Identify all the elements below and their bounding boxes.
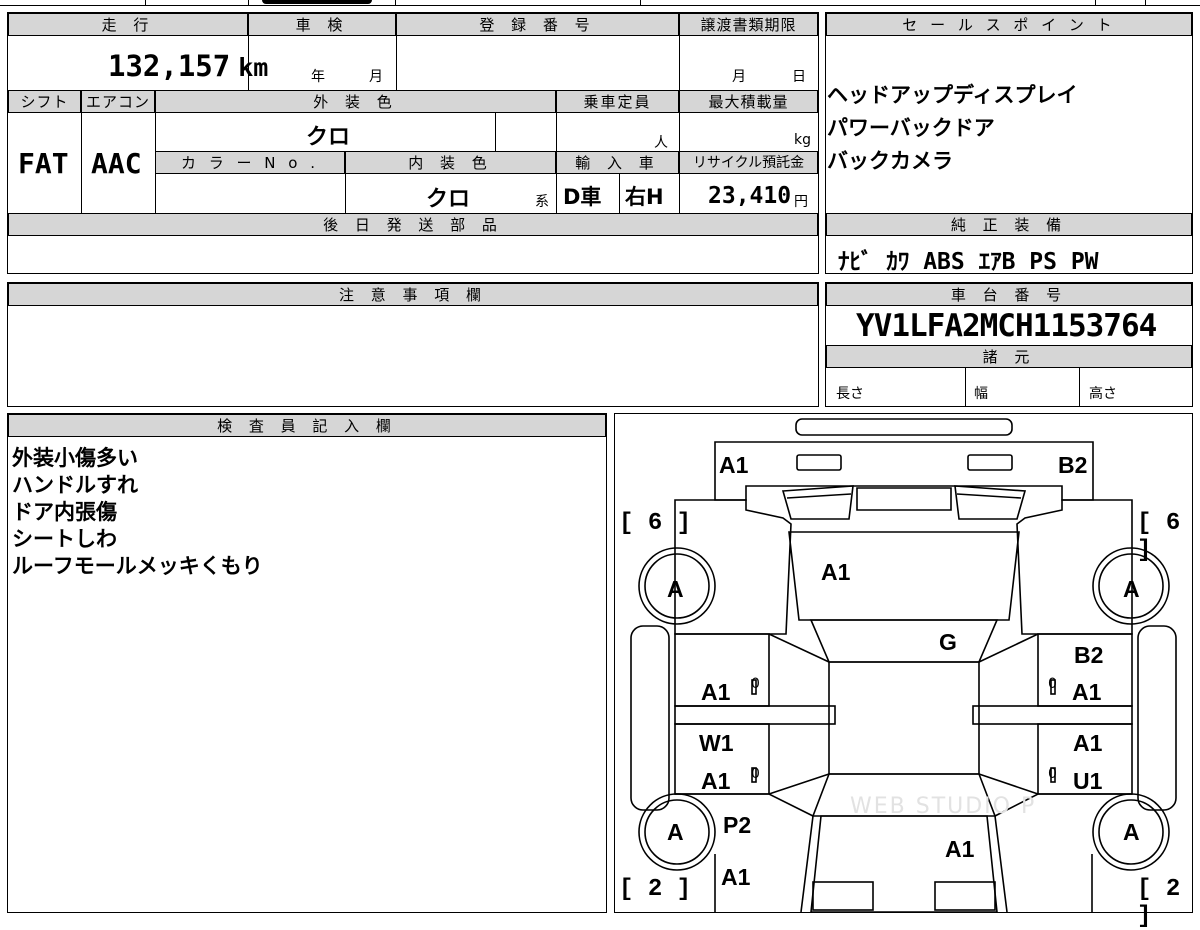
recycle-unit: 円 [794,194,808,210]
car-diagram-box: A A A A [ 6 ] [ 6 ] [ 2 ] [ 2 ] A1 B2 A1… [614,413,1193,930]
chassis-header: 車 台 番 号 [826,283,1192,306]
sales-point-2: パワーバックドア [827,116,995,140]
front-bumper-right-mark: B2 [1058,452,1088,478]
rear-door-right-mark: U1 [1073,768,1103,794]
vehicle-info-table: 走 行 車 検 登 録 番 号 譲渡書類期限 132,157 km 年 月 月 日… [7,12,819,274]
sales-point-3: バックカメラ [827,149,953,173]
mileage-header: 走 行 [8,13,248,36]
color-no-header: カ ラ ー N o . [155,151,345,174]
sales-point-1: ヘッドアップディスプレイ [827,83,1078,107]
tire-rl-mark: A [667,819,684,845]
front-door-left-mark: A1 [701,679,731,705]
chassis-box: 車 台 番 号 YV1LFA2MCH1153764 諸 元 長さ 幅 高さ [825,282,1193,407]
trunk-mark: A1 [945,836,975,862]
transfer-header: 譲渡書類期限 [679,13,818,36]
tread-rear-right: [ 2 ] [1137,876,1181,930]
tread-front-left: [ 6 ] [619,510,692,537]
inspector-line-5: ルーフモールメッキくもり [12,554,263,578]
rear-door-left-mark: A1 [701,768,731,794]
max-load-unit: kg [794,132,811,148]
specs-header: 諸 元 [826,345,1192,368]
recycle-header: リサイクル預託金 [679,151,818,174]
inspector-line-1: 外装小傷多い [12,446,138,470]
recycle-value: 23,410 [708,183,792,209]
inspection-year: 年 [311,69,325,85]
front-fender-right-mark: B2 [1074,642,1104,668]
tire-fl-mark: A [667,576,684,602]
inspection-month: 月 [369,69,383,85]
transfer-month: 月 [732,69,746,85]
spec-width: 幅 [974,386,988,402]
genuine-value: ﾅﾋﾞ ｶﾜ ABS ｴｱB PS PW [838,249,1099,275]
spec-height: 高さ [1089,386,1117,402]
int-color-header: 内 装 色 [345,151,556,174]
rear-door-right-top-mark: A1 [1073,730,1103,756]
top-strip [0,0,1200,8]
watermark: WEB STUDIO P [850,794,1037,819]
sales-points-header: セ ー ル ス ポ イ ン ト [826,13,1192,36]
int-color-value: クロ [426,187,471,212]
hood-mark: A1 [821,559,851,585]
notes-header: 注 意 事 項 欄 [8,283,818,306]
tire-rr-mark: A [1123,819,1140,845]
shift-header: シフト [8,90,81,113]
transfer-day: 日 [792,69,806,85]
front-bumper-left-mark: A1 [719,452,749,478]
genuine-header: 純 正 装 備 [826,213,1192,236]
spec-length: 長さ [836,386,864,402]
zero-mark-4: 0 [1048,766,1057,782]
chassis-number: YV1LFA2MCH1153764 [856,308,1157,344]
front-door-right-mark: A1 [1072,679,1102,705]
shift-value: FAT [18,147,69,180]
windshield-mark: G [939,629,957,655]
mileage-value: 132,157 km [108,49,269,83]
import-header: 輸 入 車 [556,151,679,174]
int-color-suffix: 系 [535,194,549,210]
zero-mark-3: 0 [751,766,760,782]
inspector-line-2: ハンドルすれ [12,473,138,497]
zero-mark-2: 0 [1048,676,1057,692]
quarter-left-mark: A1 [721,864,751,890]
inspector-box: 検 査 員 記 入 欄 外装小傷多い ハンドルすれ ドア内張傷 シートしわ ルー… [7,413,607,913]
rear-fender-left-mark: P2 [723,812,752,838]
registration-header: 登 録 番 号 [396,13,679,36]
aircon-value: AAC [91,147,142,180]
import-value-1: D車 [563,185,602,209]
inspector-line-3: ドア内張傷 [12,500,117,524]
inspector-header: 検 査 員 記 入 欄 [8,414,606,437]
inspector-line-4: シートしわ [12,527,117,551]
zero-mark-1: 0 [751,676,760,692]
capacity-header: 乗車定員 [556,90,679,113]
tread-rear-left: [ 2 ] [619,876,692,903]
tire-fr-mark: A [1123,576,1140,602]
sales-points-box: セ ー ル ス ポ イ ン ト ヘッドアップディスプレイ パワーバックドア バッ… [825,12,1193,275]
notes-box: 注 意 事 項 欄 [7,282,819,407]
tread-front-right: [ 6 ] [1137,510,1181,564]
car-diagram [630,418,1177,912]
capacity-unit: 人 [654,135,668,151]
ext-color-value: クロ [306,125,351,150]
ext-color-header: 外 装 色 [155,90,556,113]
inspection-header: 車 検 [248,13,396,36]
later-parts-header: 後 日 発 送 部 品 [8,213,818,236]
max-load-header: 最大積載量 [679,90,818,113]
rear-door-left-top-mark: W1 [699,730,734,756]
aircon-header: エアコン [81,90,155,113]
import-value-2: 右H [625,185,664,209]
